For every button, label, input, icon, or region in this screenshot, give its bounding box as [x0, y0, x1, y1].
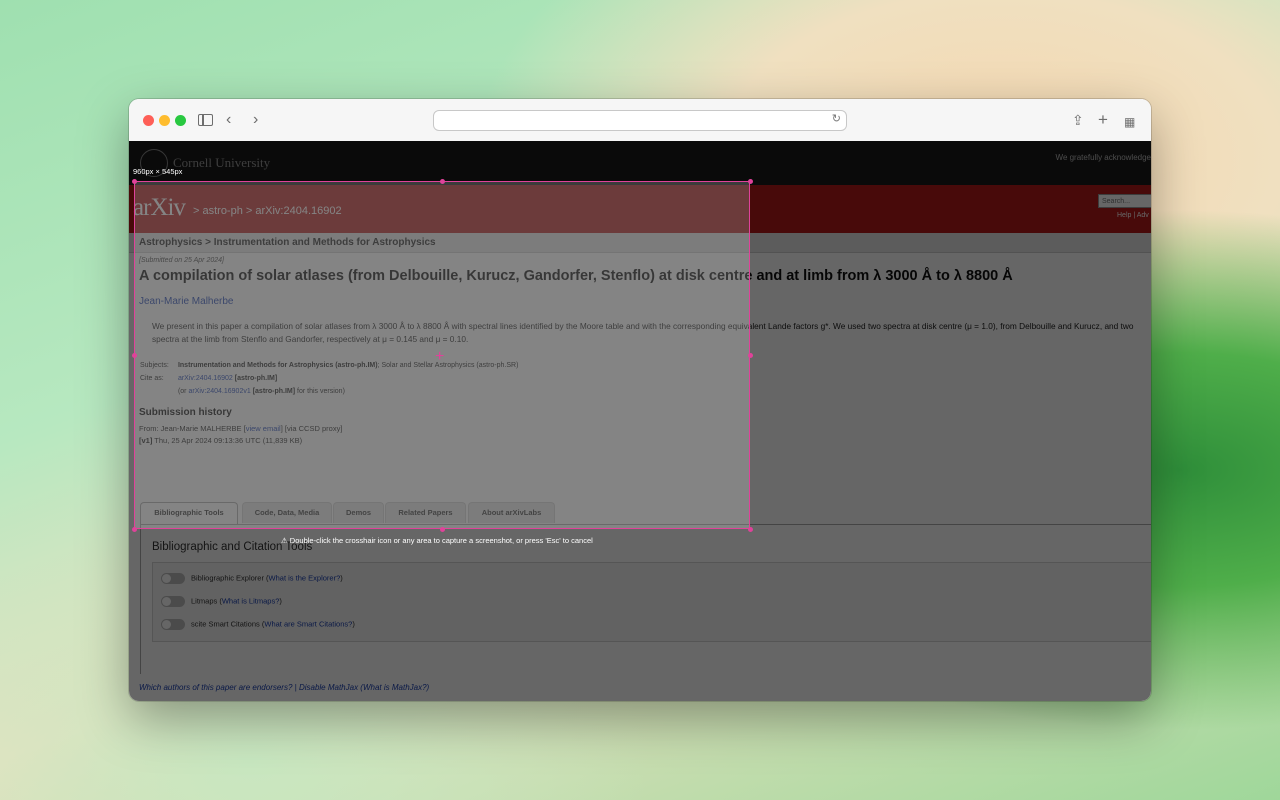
sidebar-icon[interactable]	[198, 114, 213, 126]
arxiv-logo[interactable]: arXiv	[133, 194, 186, 222]
cite-row: Cite as: arXiv:2404.16902 [astro-ph.IM]	[140, 375, 518, 388]
close-window-button[interactable]	[143, 115, 154, 126]
toggle-row-litmaps: Litmaps (What is Litmaps?)	[161, 596, 282, 607]
back-icon[interactable]: ‹	[226, 110, 231, 130]
search-input[interactable]: Search...	[1098, 194, 1151, 208]
share-icon[interactable]: ⇪	[1072, 110, 1084, 130]
browser-window: ‹ › ↻ ⇪ + ▦ Cornell University We gratef…	[129, 99, 1151, 701]
toggle-list: Bibliographic Explorer (What is the Expl…	[152, 562, 1151, 642]
minimize-window-button[interactable]	[159, 115, 170, 126]
submitted-date: [Submitted on 25 Apr 2024]	[139, 257, 224, 264]
breadcrumb[interactable]: > astro-ph > arXiv:2404.16902	[193, 205, 342, 217]
capture-size-label: 960px × 545px	[133, 167, 183, 176]
scite-toggle[interactable]	[161, 619, 185, 630]
cornell-header: Cornell University We gratefully acknowl…	[129, 141, 1151, 185]
acknowledgement-text: We gratefully acknowledge	[1055, 153, 1151, 162]
capture-hint: ⚠ Double-click the crosshair icon or any…	[281, 536, 593, 545]
crosshair-icon[interactable]: +	[435, 349, 444, 365]
submission-history-title: Submission history	[139, 407, 232, 418]
page-title: A compilation of solar atlases (from Del…	[139, 268, 1013, 284]
explorer-close-paren: )	[340, 573, 343, 583]
from-prefix: From: Jean-Marie MALHERBE [	[139, 424, 246, 433]
tab-related-papers[interactable]: Related Papers	[385, 502, 466, 523]
version-history-line: [v1] Thu, 25 Apr 2024 09:13:36 UTC (11,8…	[139, 435, 342, 447]
abstract: We present in this paper a compilation o…	[152, 321, 1134, 344]
subjects-row: Subjects: Instrumentation and Methods fo…	[140, 362, 518, 375]
from-line: From: Jean-Marie MALHERBE [view email] […	[139, 423, 342, 435]
version-row: (or arXiv:2404.16902v1 [astro-ph.IM] for…	[140, 388, 518, 401]
new-tab-icon[interactable]: +	[1098, 110, 1108, 130]
version-link[interactable]: arXiv:2404.16902v1	[188, 388, 250, 395]
version-suffix: for this version)	[297, 388, 345, 395]
cite-tag: [astro-ph.IM]	[234, 375, 278, 382]
metadata-table: Subjects: Instrumentation and Methods fo…	[140, 362, 518, 401]
litmaps-label: Litmaps (	[191, 596, 222, 606]
cornell-name[interactable]: Cornell University	[173, 155, 270, 171]
resize-handle-bottom-right[interactable]	[748, 527, 753, 532]
litmaps-toggle[interactable]	[161, 596, 185, 607]
submission-history: From: Jean-Marie MALHERBE [view email] […	[139, 423, 342, 447]
subjects-label: Subjects:	[140, 362, 169, 369]
resize-handle-bottom[interactable]	[440, 527, 445, 532]
cite-link[interactable]: arXiv:2404.16902	[178, 375, 233, 382]
tab-overview-icon[interactable]: ▦	[1124, 112, 1135, 132]
secondary-subjects: ; Solar and Stellar Astrophysics (astro-…	[377, 362, 519, 369]
from-suffix: ] [via CCSD proxy]	[280, 424, 343, 433]
zoom-window-button[interactable]	[175, 115, 186, 126]
toggle-row-scite: scite Smart Citations (What are Smart Ci…	[161, 619, 355, 630]
tab-about-arxivlabs[interactable]: About arXivLabs	[468, 502, 555, 523]
resize-handle-top-left[interactable]	[132, 179, 137, 184]
cite-label: Cite as:	[140, 375, 164, 382]
tab-bibliographic-tools[interactable]: Bibliographic Tools	[140, 502, 238, 525]
v1-label: [v1]	[139, 436, 153, 445]
version-tag: [astro-ph.IM]	[252, 388, 296, 395]
address-bar[interactable]: ↻	[433, 110, 847, 131]
resize-handle-top-right[interactable]	[748, 179, 753, 184]
tab-panel: Bibliographic and Citation Tools Bibliog…	[140, 524, 1151, 674]
footer-links[interactable]: Which authors of this paper are endorser…	[139, 683, 429, 692]
browser-toolbar: ‹ › ↻ ⇪ + ▦	[129, 99, 1151, 142]
page-content: Cornell University We gratefully acknowl…	[129, 141, 1151, 701]
scite-help-link[interactable]: What are Smart Citations?	[264, 619, 352, 628]
v1-text: Thu, 25 Apr 2024 09:13:36 UTC (11,839 KB…	[154, 436, 303, 445]
tab-code-data-media[interactable]: Code, Data, Media	[242, 502, 332, 523]
primary-subject: Instrumentation and Methods for Astrophy…	[177, 362, 378, 369]
explorer-toggle[interactable]	[161, 573, 185, 584]
author-link[interactable]: Jean-Marie Malherbe	[139, 296, 234, 307]
view-email-link[interactable]: view email	[246, 424, 281, 433]
resize-handle-left[interactable]	[132, 353, 137, 358]
litmaps-help-link[interactable]: What is Litmaps?	[222, 596, 280, 605]
tab-demos[interactable]: Demos	[333, 502, 384, 523]
scite-label: scite Smart Citations (	[191, 619, 265, 629]
resize-handle-right[interactable]	[748, 353, 753, 358]
litmaps-close-paren: )	[279, 596, 282, 606]
resize-handle-bottom-left[interactable]	[132, 527, 137, 532]
explorer-label: Bibliographic Explorer (	[191, 573, 269, 583]
toggle-row-explorer: Bibliographic Explorer (What is the Expl…	[161, 573, 343, 584]
arxiv-header: arXiv > astro-ph > arXiv:2404.16902 Sear…	[129, 185, 1151, 233]
explorer-help-link[interactable]: What is the Explorer?	[269, 573, 341, 582]
resize-handle-top[interactable]	[440, 179, 445, 184]
version-prefix: (or	[177, 388, 187, 395]
subject-heading: Astrophysics > Instrumentation and Metho…	[129, 233, 1151, 253]
reload-icon[interactable]: ↻	[832, 112, 841, 125]
help-links[interactable]: Help | Adv	[1117, 212, 1149, 219]
scite-close-paren: )	[352, 619, 355, 629]
forward-icon[interactable]: ›	[253, 110, 258, 130]
